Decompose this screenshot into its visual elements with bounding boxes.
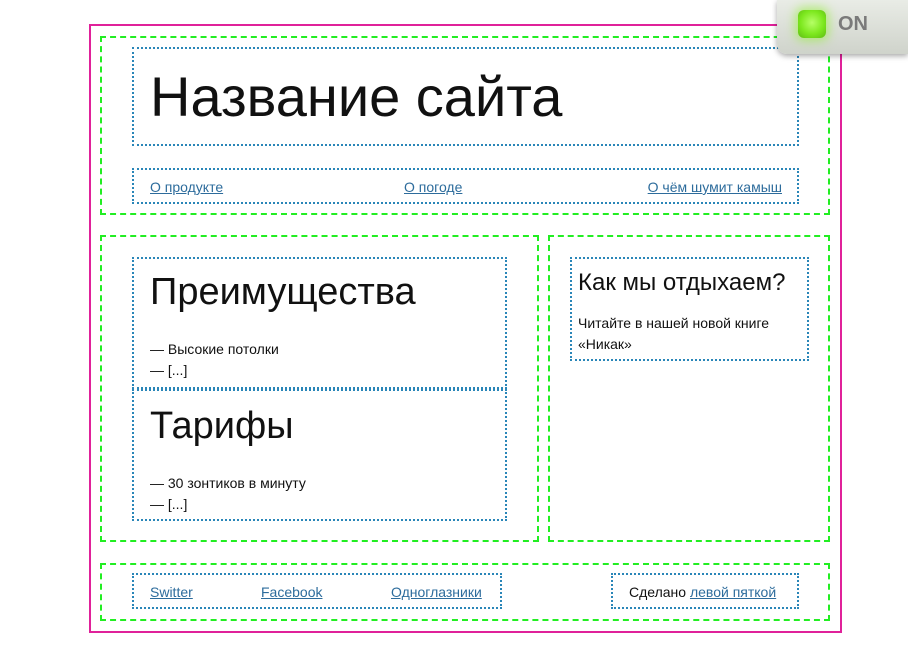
nav-link-reeds[interactable]: О чём шумит камыш xyxy=(648,179,782,195)
site-title-box: Название сайта xyxy=(132,47,799,146)
section-advantages: Преимущества — Высокие потолки — [...] xyxy=(132,257,507,389)
main-nav: О продукте О погоде О чём шумит камыш xyxy=(132,168,799,204)
tariff-line: — 30 зонтиков в минуту xyxy=(150,475,306,491)
section-tariffs: Тарифы — 30 зонтиков в минуту — [...] xyxy=(132,389,507,521)
outline-toggle[interactable]: ON xyxy=(777,0,908,54)
site-title: Название сайта xyxy=(150,65,563,128)
aside-box: Как мы отдыхаем? Читайте в нашей новой к… xyxy=(570,257,809,361)
credit-text: Сделано левой пяткой xyxy=(629,584,776,600)
aside-heading: Как мы отдыхаем? xyxy=(578,269,786,296)
status-indicator-icon xyxy=(798,10,826,38)
section-heading-advantages: Преимущества xyxy=(150,271,416,313)
aside-text: Читайте в нашей новой книге «Никак» xyxy=(578,315,770,352)
nav-link-product[interactable]: О продукте xyxy=(150,179,223,195)
section-heading-tariffs: Тарифы xyxy=(150,405,294,447)
credit-prefix: Сделано xyxy=(629,584,690,600)
toggle-label: ON xyxy=(838,13,868,35)
nav-link-weather[interactable]: О погоде xyxy=(404,179,462,195)
social-link-switter[interactable]: Switter xyxy=(150,584,193,600)
advantage-line: — Высокие потолки xyxy=(150,341,279,357)
advantage-line: — [...] xyxy=(150,362,188,378)
social-links-box: Switter Facebook Одноглазники xyxy=(132,573,502,609)
social-link-odnoglazniki[interactable]: Одноглазники xyxy=(391,584,482,600)
credit-box: Сделано левой пяткой xyxy=(611,573,799,609)
social-link-facebook[interactable]: Facebook xyxy=(261,584,322,600)
credit-link[interactable]: левой пяткой xyxy=(690,584,776,600)
tariff-line: — [...] xyxy=(150,496,188,512)
